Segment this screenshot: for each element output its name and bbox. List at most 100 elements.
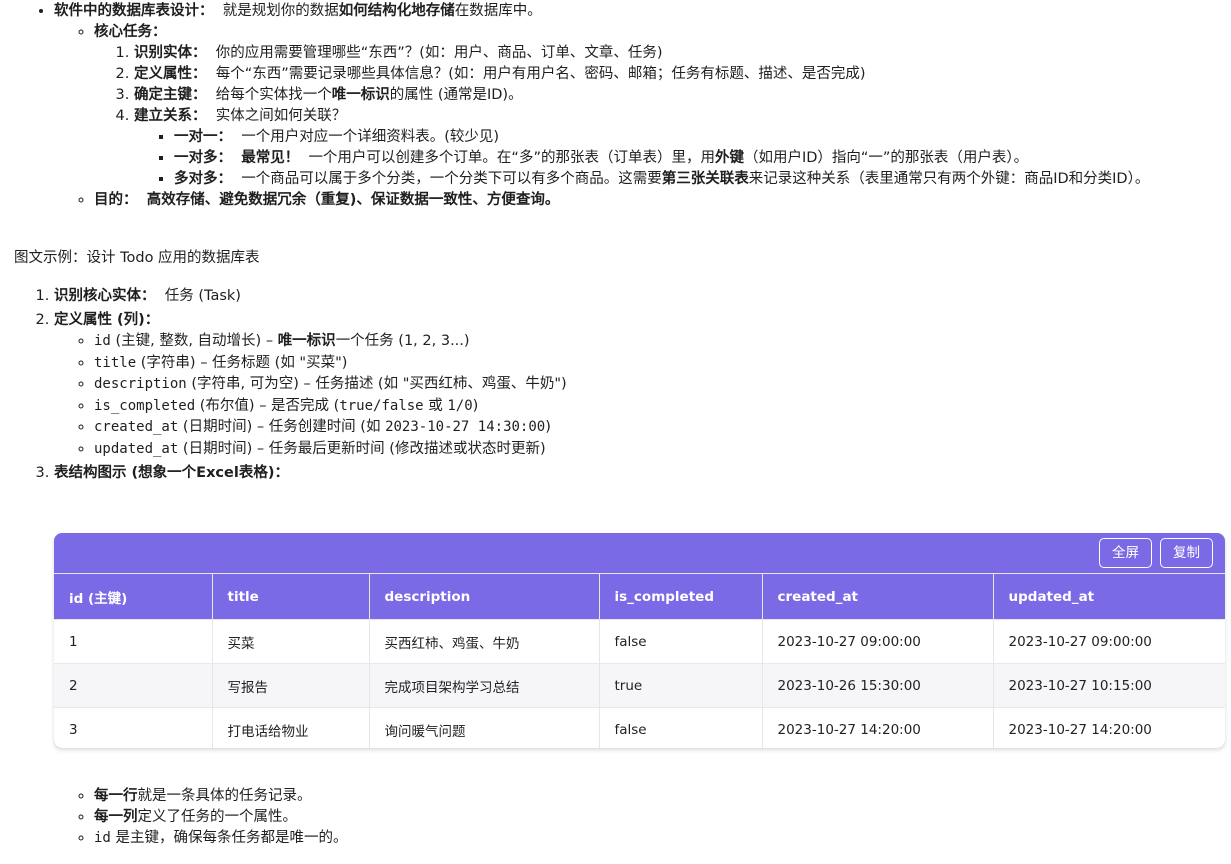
task-text: 的属性 (通常是ID)。 xyxy=(389,87,523,103)
attr-text: ) xyxy=(472,397,479,414)
db-design-desc-pre: 就是规划你的数据 xyxy=(222,3,339,19)
goal-text: 高效存储、避免数据冗余（重复)、保证数据一致性、方便查询。 xyxy=(146,192,560,208)
goal-title: 目的： xyxy=(94,192,138,208)
table-cell: 2023-10-27 14:20:00 xyxy=(993,707,1225,748)
relation-item: 一对一： 一个用户对应一个详细资料表。(较少见) xyxy=(174,127,1224,148)
relation-text: 一个商品可以属于多个分类，一个分类下可以有多个商品。这需要 xyxy=(241,171,662,187)
db-design-title: 软件中的数据库表设计： xyxy=(54,3,214,19)
attr-code: is_completed xyxy=(94,397,196,414)
attributes-list: id (主键, 整数, 自动增长) – 唯一标识一个任务 (1, 2, 3...… xyxy=(54,331,1204,460)
summary-item: 每一列定义了任务的一个属性。 xyxy=(94,807,347,828)
attribute-item: is_completed (布尔值) – 是否完成 (true/false 或 … xyxy=(94,396,1204,418)
task-item: 识别实体： 你的应用需要管理哪些“东西”？(如：用户、商品、订单、文章、任务) xyxy=(134,43,1224,64)
summary-text: 是主键，确保每条任务都是唯一的。 xyxy=(110,830,348,846)
db-design-desc-bold: 如何结构化地存储 xyxy=(338,3,455,19)
attr-code: created_at xyxy=(94,419,179,435)
attr-code: 1/0 xyxy=(447,397,473,414)
attr-text: (字符串, 可为空) – 任务描述 (如 "买西红柿、鸡蛋、牛奶") xyxy=(186,376,567,392)
task-text: 你的应用需要管理哪些“东西”？(如：用户、商品、订单、文章、任务) xyxy=(215,45,663,61)
tasks-list: 识别实体： 你的应用需要管理哪些“东西”？(如：用户、商品、订单、文章、任务) … xyxy=(94,43,1224,190)
attr-code: updated_at xyxy=(94,440,179,457)
copy-button[interactable]: 复制 xyxy=(1160,538,1213,568)
task-title: 识别实体： xyxy=(134,45,207,61)
header-is-completed: is_completed xyxy=(599,573,763,620)
fullscreen-button[interactable]: 全屏 xyxy=(1099,538,1152,568)
attribute-item: created_at (日期时间) – 任务创建时间 (如 2023-10-27… xyxy=(94,417,1204,439)
attr-text: (主键, 整数, 自动增长) – xyxy=(110,333,278,349)
task-title: 建立关系： xyxy=(134,108,207,124)
goal-item: 目的： 高效存储、避免数据冗余（重复)、保证数据一致性、方便查询。 xyxy=(94,190,1224,211)
relation-title: 一对多： xyxy=(174,150,232,166)
table-container: 全屏 复制 id (主键) title description is_compl… xyxy=(54,533,1225,748)
attr-code: title xyxy=(94,354,137,371)
task-title: 确定主键： xyxy=(134,87,207,103)
step-item: 定义属性 (列)： id (主键, 整数, 自动增长) – 唯一标识一个任务 (… xyxy=(54,310,1204,460)
table-cell: 2023-10-27 09:00:00 xyxy=(762,619,994,664)
table-row: 3 打电话给物业 询问暖气问题 false 2023-10-27 14:20:0… xyxy=(54,707,1225,748)
table-cell: 询问暖气问题 xyxy=(369,707,600,748)
header-created-at: created_at xyxy=(762,573,994,620)
table-header-row: id (主键) title description is_completed c… xyxy=(54,573,1225,620)
attr-code: id xyxy=(94,333,111,349)
header-title: title xyxy=(212,573,370,620)
table-cell: 1 xyxy=(54,619,213,664)
summary-item: id 是主键，确保每条任务都是唯一的。 xyxy=(94,828,347,849)
table-cell: 买菜 xyxy=(212,619,370,664)
db-design-desc-post: 在数据库中。 xyxy=(454,3,542,19)
table-cell: 2023-10-27 10:15:00 xyxy=(993,663,1225,708)
table-row: 2 写报告 完成项目架构学习总结 true 2023-10-26 15:30:0… xyxy=(54,663,1225,708)
core-tasks-title: 核心任务： xyxy=(94,24,167,40)
table-cell: false xyxy=(599,619,763,664)
example-intro: 图文示例：设计 Todo 应用的数据库表 xyxy=(14,250,260,266)
header-updated-at: updated_at xyxy=(993,573,1225,620)
relation-text: 来记录这种关系（表里通常只有两个外键：商品ID和分类ID）。 xyxy=(748,171,1150,187)
summary-bold: 每一列 xyxy=(94,809,138,825)
attr-text: (布尔值) – 是否完成 ( xyxy=(195,397,340,414)
task-item: 定义属性： 每个“东西”需要记录哪些具体信息？(如：用户有用户名、密码、邮箱；任… xyxy=(134,64,1224,85)
step-item: 识别核心实体： 任务 (Task) xyxy=(54,286,1204,307)
table-cell: false xyxy=(599,707,763,748)
task-item: 确定主键： 给每个实体找一个唯一标识的属性 (通常是ID)。 xyxy=(134,85,1224,106)
relation-text-bold: 外键 xyxy=(714,150,744,166)
table-cell: 打电话给物业 xyxy=(212,707,370,748)
table-cell: true xyxy=(599,663,763,708)
header-description: description xyxy=(369,573,600,620)
top-list: 软件中的数据库表设计： 就是规划你的数据如何结构化地存储在数据库中。 核心任务：… xyxy=(34,1,1224,211)
summary-text: 就是一条具体的任务记录。 xyxy=(137,788,312,804)
task-title: 定义属性： xyxy=(134,66,207,82)
relations-list: 一对一： 一个用户对应一个详细资料表。(较少见) 一对多： 最常见！ 一个用户可… xyxy=(134,127,1224,190)
steps-list: 识别核心实体： 任务 (Task) 定义属性 (列)： id (主键, 整数, … xyxy=(34,286,1204,487)
relation-text-bold: 第三张关联表 xyxy=(661,171,749,187)
attr-code: 2023-10-27 14:30:00 xyxy=(385,419,546,435)
attr-text: (日期时间) – 任务最后更新时间 (修改描述或状态时更新) xyxy=(178,440,546,457)
attribute-item: updated_at (日期时间) – 任务最后更新时间 (修改描述或状态时更新… xyxy=(94,439,1204,461)
attribute-item: id (主键, 整数, 自动增长) – 唯一标识一个任务 (1, 2, 3...… xyxy=(94,331,1204,353)
attribute-item: title (字符串) – 任务标题 (如 "买菜") xyxy=(94,353,1204,375)
attr-text: ) xyxy=(545,419,551,435)
relation-text: 一个用户对应一个详细资料表。(较少见) xyxy=(241,129,500,145)
attr-text: (字符串) – 任务标题 (如 "买菜") xyxy=(136,354,348,371)
summary-bold: 每一行 xyxy=(94,788,138,804)
step-text: 任务 (Task) xyxy=(164,288,241,304)
attr-text: 或 xyxy=(423,397,448,414)
relation-text: 一个用户可以创建多个订单。在“多”的那张表（订单表）里，用 xyxy=(308,150,715,166)
table-cell: 2023-10-26 15:30:00 xyxy=(762,663,994,708)
summary-text: 定义了任务的一个属性。 xyxy=(137,809,298,825)
attr-code: true/false xyxy=(339,397,424,414)
tasks-table: id (主键) title description is_completed c… xyxy=(54,573,1225,748)
task-text: 给每个实体找一个 xyxy=(215,87,332,103)
relation-text: （如用户ID）指向“一”的那张表（用户表）。 xyxy=(743,150,1029,166)
step-item: 表结构图示 (想象一个Excel表格)： xyxy=(54,463,1204,484)
attr-text: 一个任务 (1, 2, 3...) xyxy=(335,333,470,349)
relation-item: 多对多： 一个商品可以属于多个分类，一个分类下可以有多个商品。这需要第三张关联表… xyxy=(174,169,1224,190)
task-text: 每个“东西”需要记录哪些具体信息？(如：用户有用户名、密码、邮箱；任务有标题、描… xyxy=(215,66,866,82)
task-text-bold: 唯一标识 xyxy=(331,87,390,103)
table-cell: 写报告 xyxy=(212,663,370,708)
relation-emphasis: 最常见！ xyxy=(241,150,300,166)
relation-title: 一对一： xyxy=(174,129,232,145)
relation-title: 多对多： xyxy=(174,171,232,187)
summary-list: 每一行就是一条具体的任务记录。 每一列定义了任务的一个属性。 id 是主键，确保… xyxy=(54,786,347,849)
attr-text: (日期时间) – 任务创建时间 (如 xyxy=(178,419,386,435)
table-row: 1 买菜 买西红柿、鸡蛋、牛奶 false 2023-10-27 09:00:0… xyxy=(54,619,1225,664)
attribute-item: description (字符串, 可为空) – 任务描述 (如 "买西红柿、鸡… xyxy=(94,374,1204,396)
